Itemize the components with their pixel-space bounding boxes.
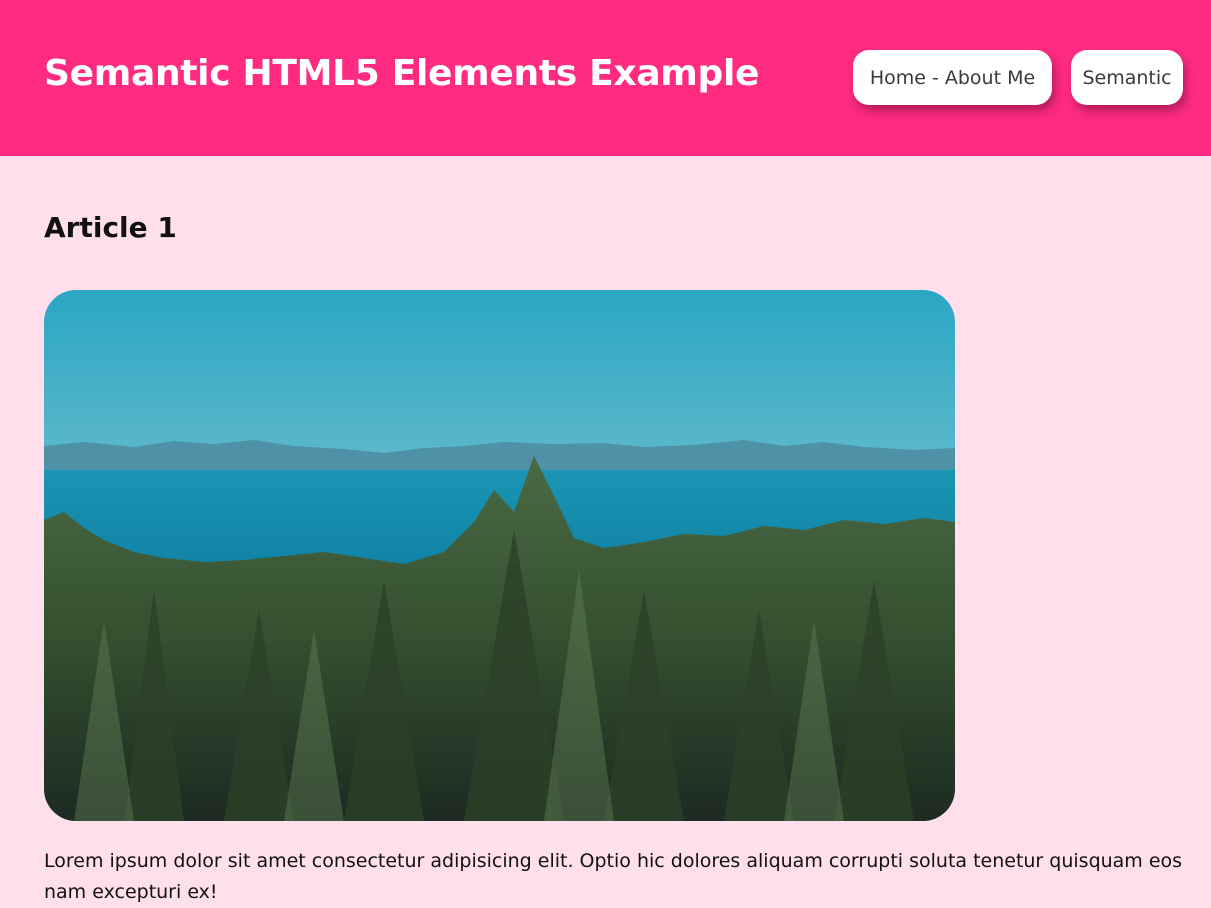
site-title: Semantic HTML5 Elements Example [44,53,760,94]
site-nav: Home - About Me Semantic [853,50,1183,105]
nav-home-about-button[interactable]: Home - About Me [853,50,1052,105]
nav-semantic-button[interactable]: Semantic [1071,50,1183,105]
article-paragraph: Lorem ipsum dolor sit amet consectetur a… [44,850,1183,903]
article-image [44,290,955,821]
site-header: Semantic HTML5 Elements Example Home - A… [0,0,1211,156]
landscape-photo [44,290,955,821]
article-title: Article 1 [44,211,177,244]
